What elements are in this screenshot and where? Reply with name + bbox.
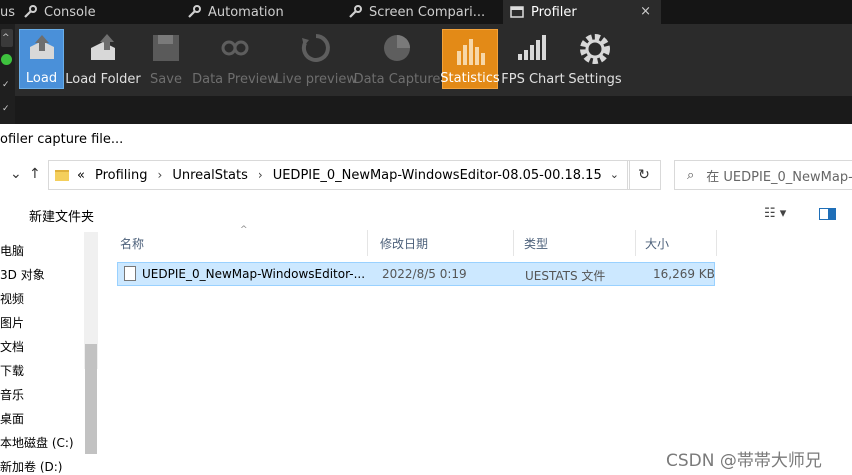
statistics-icon — [457, 39, 485, 65]
wrench-icon — [349, 5, 362, 18]
toolbar-label: Load — [25, 71, 58, 86]
save-button[interactable]: Save — [146, 29, 186, 89]
data-preview-button[interactable]: Data Preview — [192, 29, 278, 89]
new-folder-button[interactable]: 新建文件夹 — [29, 206, 94, 225]
load-button[interactable]: Load — [19, 29, 64, 89]
nav-item-documents[interactable]: 文档 — [0, 338, 24, 355]
save-icon — [153, 35, 179, 61]
toolbar-label: Data Preview — [192, 72, 278, 87]
check-icon[interactable]: ✓ — [2, 104, 10, 114]
close-tab-icon[interactable]: × — [640, 4, 651, 19]
nav-item-drive-d[interactable]: 新加卷 (D:) — [0, 458, 62, 475]
wrench-icon — [188, 5, 201, 18]
nav-item-pictures[interactable]: 图片 — [0, 314, 24, 331]
file-row[interactable]: UEDPIE_0_NewMap-WindowsEditor-... 2022/8… — [117, 262, 715, 286]
toolbar-label: Settings — [568, 72, 622, 87]
fps-chart-icon — [518, 35, 546, 60]
breadcrumb-separator: › — [257, 168, 263, 182]
column-date-modified[interactable]: 修改日期 — [372, 230, 514, 256]
dialog-title: ofiler capture file... — [0, 132, 124, 147]
file-type: UESTATS 文件 — [525, 269, 606, 283]
file-date: 2022/8/5 0:19 — [382, 267, 467, 281]
breadcrumb-current[interactable]: UEDPIE_0_NewMap-WindowsEditor-08.05-00.1… — [273, 168, 602, 183]
screen: us Console Automation Screen Compari... … — [0, 0, 852, 475]
fps-chart-button[interactable]: FPS Chart — [501, 29, 565, 89]
load-icon — [29, 35, 54, 59]
check-icon[interactable]: ✓ — [2, 80, 10, 90]
profiler-icon — [510, 6, 524, 18]
nav-item-videos[interactable]: 视频 — [0, 290, 24, 307]
chevron-up-icon[interactable]: ^ — [2, 33, 10, 43]
data-capture-button[interactable]: Data Capture — [354, 29, 440, 89]
open-file-dialog: ofiler capture file... ⌄ ↑ « Profiling ›… — [0, 124, 852, 475]
folder-icon — [55, 169, 69, 181]
load-folder-icon — [91, 34, 115, 60]
tab-screen-comparison[interactable]: Screen Compari... — [347, 0, 502, 24]
search-icon: ⌕ — [687, 167, 695, 183]
nav-item-computer[interactable]: 电脑 — [0, 242, 24, 259]
status-indicator — [1, 54, 12, 65]
toolbar-bottom-strip — [0, 96, 852, 124]
command-bar: 新建文件夹 ☷ ▾ — [0, 200, 852, 230]
up-arrow-icon[interactable]: ↑ — [29, 166, 41, 182]
toolbar-label: Statistics — [440, 71, 500, 86]
toolbar-label: Data Capture — [353, 72, 441, 87]
preview-pane-icon[interactable] — [819, 208, 836, 220]
column-type[interactable]: 类型 — [516, 230, 636, 256]
column-size[interactable]: 大小 — [637, 230, 717, 256]
tab-automation[interactable]: Automation — [186, 0, 336, 24]
refresh-button[interactable]: ↻ — [627, 160, 661, 190]
settings-icon — [580, 34, 610, 64]
tab-label: Profiler — [531, 4, 577, 20]
chevron-down-icon[interactable]: ⌄ — [10, 166, 22, 182]
search-placeholder: 在 UEDPIE_0_NewMap-W — [706, 169, 852, 185]
live-preview-button[interactable]: Live preview — [275, 29, 357, 89]
live-preview-icon — [301, 34, 330, 62]
nav-item-drive-c[interactable]: 本地磁盘 (C:) — [0, 434, 74, 451]
left-side-strip: ^ ✓ ✓ — [0, 24, 15, 124]
nav-scrollbar-thumb[interactable] — [85, 344, 97, 454]
chevron-down-icon[interactable]: ⌄ — [610, 168, 619, 181]
tab-truncated[interactable]: us — [0, 0, 16, 24]
file-size: 16,269 KB — [653, 267, 715, 281]
toolbar-label: Live preview — [275, 72, 357, 87]
breadcrumb-unrealstats[interactable]: UnrealStats — [172, 168, 248, 183]
nav-item-music[interactable]: 音乐 — [0, 386, 24, 403]
watermark: CSDN @帯帯大师兄 — [666, 451, 822, 471]
data-capture-icon — [384, 35, 410, 61]
file-name: UEDPIE_0_NewMap-WindowsEditor-... — [142, 267, 366, 281]
tab-profiler[interactable]: Profiler × — [503, 0, 661, 24]
tab-console[interactable]: Console — [22, 0, 172, 24]
breadcrumb-prefix[interactable]: « — [77, 168, 85, 183]
tab-label: Automation — [208, 4, 284, 20]
tab-label: Screen Compari... — [369, 4, 486, 20]
breadcrumb-separator: › — [157, 168, 163, 182]
breadcrumb-profiling[interactable]: Profiling — [95, 168, 148, 183]
search-input[interactable]: ⌕ 在 UEDPIE_0_NewMap-W — [674, 160, 852, 190]
toolbar-label: FPS Chart — [501, 72, 565, 87]
wrench-icon — [24, 5, 37, 18]
toolbar-label: Save — [150, 72, 182, 87]
settings-button[interactable]: Settings — [568, 29, 622, 89]
tab-label: Console — [44, 4, 96, 20]
refresh-icon: ↻ — [638, 167, 650, 183]
nav-item-downloads[interactable]: 下载 — [0, 362, 24, 379]
file-icon — [124, 266, 136, 281]
data-preview-icon — [221, 40, 249, 56]
address-row: ⌄ ↑ « Profiling › UnrealStats › UEDPIE_0… — [0, 160, 852, 192]
file-list-header: 名称 修改日期 类型 大小 — [112, 230, 718, 256]
view-options-icon[interactable]: ☷ ▾ — [764, 206, 786, 221]
tab-label: us — [0, 4, 16, 20]
address-bar[interactable]: « Profiling › UnrealStats › UEDPIE_0_New… — [48, 160, 630, 190]
editor-tab-strip: us Console Automation Screen Compari... … — [0, 0, 852, 24]
toolbar-label: Load Folder — [65, 72, 141, 87]
load-folder-button[interactable]: Load Folder — [65, 29, 141, 89]
statistics-button[interactable]: Statistics — [440, 29, 500, 89]
nav-item-desktop[interactable]: 桌面 — [0, 410, 24, 427]
nav-item-3d-objects[interactable]: 3D 对象 — [0, 266, 45, 283]
column-name[interactable]: 名称 — [112, 230, 368, 256]
